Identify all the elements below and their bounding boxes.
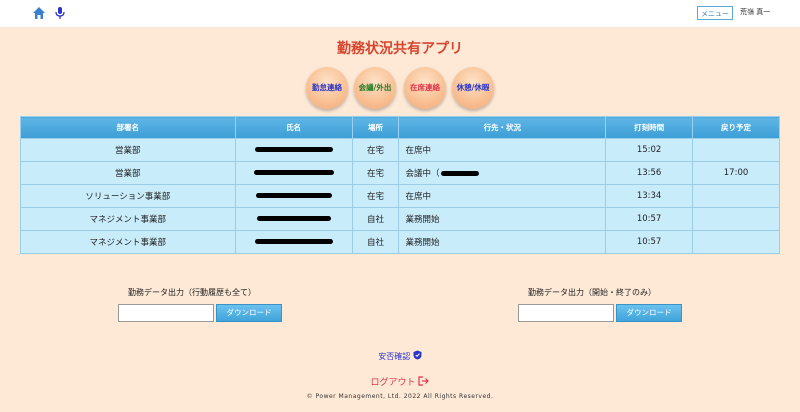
cell-name: [234, 138, 353, 162]
safety-confirmation-link[interactable]: 安否確認: [0, 350, 800, 362]
redacted-detail: [441, 171, 480, 176]
redacted-name: [254, 239, 333, 244]
cell-department: 営業部: [20, 161, 236, 185]
table-row[interactable]: 営業部 在宅 在席中 15:02: [20, 138, 780, 162]
status-table: 部署名 氏名 場所 行先・状況 打刻時間 戻り予定 営業部 在宅 在席中 15:…: [20, 116, 780, 254]
cell-place: 自社: [351, 230, 400, 254]
menu-button[interactable]: メニュー: [697, 6, 733, 20]
in-office-contact-button[interactable]: 在席連絡: [404, 67, 446, 109]
redacted-name: [256, 216, 331, 221]
page-title: 勤務状況共有アプリ: [337, 41, 463, 57]
meeting-outing-button[interactable]: 会議/外出: [354, 67, 396, 109]
header-name: 氏名: [234, 116, 353, 139]
cell-return-time: [692, 184, 780, 208]
table-row[interactable]: マネジメント事業部 自社 業務開始 10:57: [20, 207, 780, 231]
cell-place: 在宅: [351, 138, 400, 162]
logout-label: ログアウト: [370, 378, 416, 388]
download-all-button[interactable]: ダウンロード: [216, 304, 282, 322]
cell-name: [234, 207, 353, 231]
cell-department: ソリューション事業部: [20, 184, 236, 208]
cell-place: 自社: [351, 207, 400, 231]
cell-place: 在宅: [351, 161, 400, 185]
cell-status: 会議中（: [398, 161, 607, 185]
break-leave-label: 休憩/休暇: [456, 83, 490, 92]
attendance-contact-button[interactable]: 勤怠連絡: [306, 67, 348, 109]
cell-clock-time: 10:57: [605, 230, 694, 254]
cell-status: 在席中: [398, 184, 607, 208]
cell-return-time: [692, 207, 780, 231]
microphone-icon[interactable]: [53, 6, 67, 20]
cell-status-text: 会議中（: [405, 169, 440, 179]
break-leave-button[interactable]: 休憩/休暇: [452, 67, 494, 109]
logout-link[interactable]: ログアウト: [0, 375, 800, 388]
download-start-end-button[interactable]: ダウンロード: [616, 304, 682, 322]
cell-clock-time: 13:56: [605, 161, 694, 185]
logout-icon: [418, 376, 430, 386]
cell-status: 業務開始: [398, 207, 607, 231]
copyright: © Power Management, Ltd. 2022 All Rights…: [306, 393, 494, 400]
header-clock-time: 打刻時間: [605, 116, 694, 139]
attendance-contact-label: 勤怠連絡: [312, 83, 342, 92]
cell-name: [234, 230, 353, 254]
cell-return-time: [692, 230, 780, 254]
table-header-row: 部署名 氏名 場所 行先・状況 打刻時間 戻り予定: [20, 116, 780, 139]
top-bar: メニュー 荒嶺 真一: [0, 0, 800, 27]
cell-place: 在宅: [351, 184, 400, 208]
table-row[interactable]: ソリューション事業部 在宅 在席中 13:34: [20, 184, 780, 208]
header-status: 行先・状況: [398, 116, 607, 139]
cell-name: [234, 161, 353, 185]
shield-icon: [413, 350, 422, 360]
redacted-name: [255, 193, 332, 198]
cell-clock-time: 10:57: [605, 207, 694, 231]
cell-return-time: 17:00: [692, 161, 780, 185]
cell-department: マネジメント事業部: [20, 230, 236, 254]
cell-return-time: [692, 138, 780, 162]
cell-name: [234, 184, 353, 208]
redacted-name: [254, 147, 333, 152]
user-name: 荒嶺 真一: [740, 8, 771, 16]
download-start-end-label: 勤務データ出力（開始・終了のみ）: [528, 288, 656, 297]
in-office-contact-label: 在席連絡: [410, 83, 440, 92]
cell-status: 在席中: [398, 138, 607, 162]
redacted-name: [253, 170, 334, 175]
table-row[interactable]: マネジメント事業部 自社 業務開始 10:57: [20, 230, 780, 254]
header-return-time: 戻り予定: [692, 116, 780, 139]
cell-department: 営業部: [20, 138, 236, 162]
meeting-outing-label: 会議/外出: [358, 83, 392, 92]
download-start-end-input[interactable]: [518, 304, 614, 322]
download-all-label: 勤務データ出力（行動履歴も全て）: [128, 288, 256, 297]
cell-clock-time: 15:02: [605, 138, 694, 162]
cell-status: 業務開始: [398, 230, 607, 254]
safety-confirmation-label: 安否確認: [378, 352, 411, 361]
header-department: 部署名: [20, 116, 236, 139]
cell-clock-time: 13:34: [605, 184, 694, 208]
home-icon[interactable]: [32, 6, 46, 20]
download-all-input[interactable]: [118, 304, 214, 322]
header-place: 場所: [351, 116, 400, 139]
cell-department: マネジメント事業部: [20, 207, 236, 231]
table-row[interactable]: 営業部 在宅 会議中（ 13:56 17:00: [20, 161, 780, 185]
